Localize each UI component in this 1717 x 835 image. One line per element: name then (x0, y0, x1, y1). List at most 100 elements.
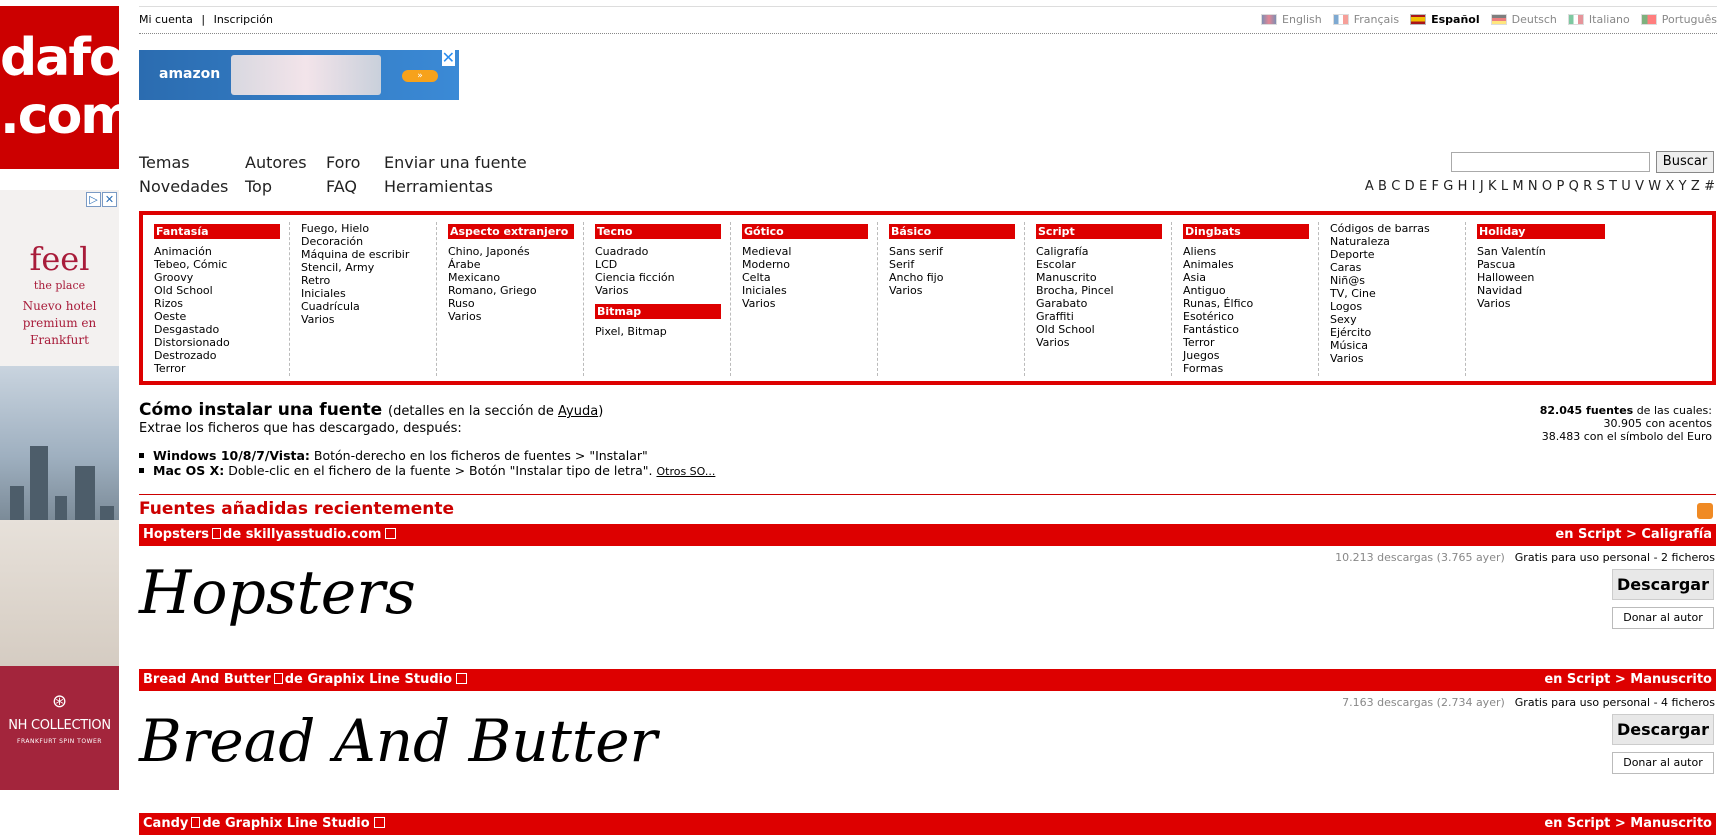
alphabet-letter[interactable]: P (1556, 179, 1564, 194)
font-author-link[interactable]: de skillyasstudio.com (223, 527, 381, 542)
category-item[interactable]: Brocha, Pincel (1036, 284, 1162, 297)
category-item[interactable]: Retro (301, 274, 427, 287)
category-item[interactable]: Caligrafía (1036, 245, 1162, 258)
language-1[interactable]: Français (1332, 13, 1399, 26)
category-item[interactable]: Chino, Japonés (448, 245, 574, 258)
category-item[interactable]: Terror (154, 362, 280, 375)
nav-submit-font[interactable]: Enviar una fuente (384, 153, 527, 172)
alphabet-letter[interactable]: T (1609, 179, 1617, 194)
category-item[interactable]: Caras (1330, 261, 1456, 274)
nav-autores[interactable]: Autores (245, 153, 326, 172)
category-item[interactable]: Terror (1183, 336, 1309, 349)
download-file-icon[interactable] (273, 673, 283, 684)
alphabet-letter[interactable]: Q (1569, 179, 1579, 194)
category-item[interactable]: Varios (889, 284, 1015, 297)
alphabet-letter[interactable]: L (1501, 179, 1508, 194)
category-item[interactable]: Música (1330, 339, 1456, 352)
category-item[interactable]: Sexy (1330, 313, 1456, 326)
alphabet-letter[interactable]: G (1443, 179, 1453, 194)
category-item[interactable]: Desgastado (154, 323, 280, 336)
language-5[interactable]: Português (1640, 13, 1717, 26)
language-2[interactable]: Español (1410, 13, 1480, 26)
dafont-logo[interactable]: dafont .com (0, 6, 183, 169)
category-item[interactable]: Cuadrícula (301, 300, 427, 313)
category-item[interactable]: Medieval (742, 245, 868, 258)
category-item[interactable]: Celta (742, 271, 868, 284)
category-item[interactable]: Rizos (154, 297, 280, 310)
category-item[interactable]: Serif (889, 258, 1015, 271)
rss-icon[interactable] (1697, 503, 1713, 519)
category-item[interactable]: Old School (154, 284, 280, 297)
category-item[interactable]: Animación (154, 245, 280, 258)
category-item[interactable]: Varios (1330, 352, 1456, 365)
alphabet-letter[interactable]: S (1596, 179, 1604, 194)
left-ad-banner[interactable]: ▷ ✕ feel the place Nuevo hotel premium e… (0, 190, 119, 790)
donate-button[interactable]: Donar al autor (1612, 607, 1714, 629)
category-heading[interactable]: Script (1036, 224, 1162, 239)
alphabet-letter[interactable]: V (1635, 179, 1644, 194)
category-heading[interactable]: Básico (889, 224, 1015, 239)
category-item[interactable]: Formas (1183, 362, 1309, 375)
alphabet-letter[interactable]: A (1365, 179, 1374, 194)
category-item[interactable]: Ejército (1330, 326, 1456, 339)
category-item[interactable]: Naturaleza (1330, 235, 1456, 248)
font-preview[interactable]: Hopsters (139, 558, 416, 628)
alphabet-letter[interactable]: K (1488, 179, 1497, 194)
category-item[interactable]: Varios (301, 313, 427, 326)
category-item[interactable]: Códigos de barras (1330, 222, 1456, 235)
nav-tools[interactable]: Herramientas (384, 177, 493, 196)
other-os-link[interactable]: Otros SO... (656, 465, 715, 478)
alphabet-letter[interactable]: N (1528, 179, 1538, 194)
help-link[interactable]: Ayuda (558, 404, 598, 419)
category-item[interactable]: Oeste (154, 310, 280, 323)
nav-top[interactable]: Top (245, 177, 326, 196)
language-3[interactable]: Deutsch (1490, 13, 1557, 26)
category-heading[interactable]: Holiday (1477, 224, 1605, 239)
category-item[interactable]: Old School (1036, 323, 1162, 336)
category-item[interactable]: Logos (1330, 300, 1456, 313)
ad-info-icon[interactable]: ▷ (86, 192, 101, 207)
category-item[interactable]: Romano, Griego (448, 284, 574, 297)
category-item[interactable]: Máquina de escribir (301, 248, 427, 261)
alphabet-letter[interactable]: I (1472, 179, 1476, 194)
category-item[interactable]: Stencil, Army (301, 261, 427, 274)
external-link-icon[interactable] (456, 673, 468, 684)
category-item[interactable]: Pascua (1477, 258, 1605, 271)
category-heading[interactable]: Dingbats (1183, 224, 1309, 239)
category-item[interactable]: Fuego, Hielo (301, 222, 427, 235)
category-item[interactable]: Manuscrito (1036, 271, 1162, 284)
alphabet-letter[interactable]: X (1665, 179, 1674, 194)
alphabet-letter[interactable]: Z (1691, 179, 1700, 194)
alphabet-letter[interactable]: D (1405, 179, 1415, 194)
category-heading[interactable]: Bitmap (595, 304, 721, 319)
donate-button[interactable]: Donar al autor (1612, 752, 1714, 774)
download-button[interactable]: Descargar (1612, 569, 1714, 600)
nav-foro[interactable]: Foro (326, 153, 384, 172)
nav-novedades[interactable]: Novedades (139, 177, 245, 196)
category-item[interactable]: Groovy (154, 271, 280, 284)
category-heading[interactable]: Aspecto extranjero (448, 224, 574, 239)
alphabet-letter[interactable]: B (1378, 179, 1387, 194)
alphabet-letter[interactable]: F (1431, 179, 1438, 194)
category-item[interactable]: Graffiti (1036, 310, 1162, 323)
search-input[interactable] (1451, 152, 1650, 172)
category-item[interactable]: Antiguo (1183, 284, 1309, 297)
category-item[interactable]: Fantástico (1183, 323, 1309, 336)
language-0[interactable]: English (1261, 13, 1322, 26)
category-item[interactable]: Varios (595, 284, 721, 297)
download-button[interactable]: Descargar (1612, 714, 1714, 745)
category-item[interactable]: Mexicano (448, 271, 574, 284)
category-item[interactable]: Varios (1477, 297, 1605, 310)
category-item[interactable]: San Valentín (1477, 245, 1605, 258)
font-author-link[interactable]: de Graphix Line Studio (285, 672, 452, 687)
category-item[interactable]: TV, Cine (1330, 287, 1456, 300)
category-item[interactable]: Juegos (1183, 349, 1309, 362)
font-author-link[interactable]: de Graphix Line Studio (202, 816, 369, 831)
category-item[interactable]: Cuadrado (595, 245, 721, 258)
category-heading[interactable]: Gótico (742, 224, 868, 239)
category-item[interactable]: Iniciales (301, 287, 427, 300)
category-item[interactable]: Deporte (1330, 248, 1456, 261)
category-heading[interactable]: Fantasía (154, 224, 280, 239)
alphabet-letter[interactable]: Y (1679, 179, 1687, 194)
category-item[interactable]: Runas, Élfico (1183, 297, 1309, 310)
